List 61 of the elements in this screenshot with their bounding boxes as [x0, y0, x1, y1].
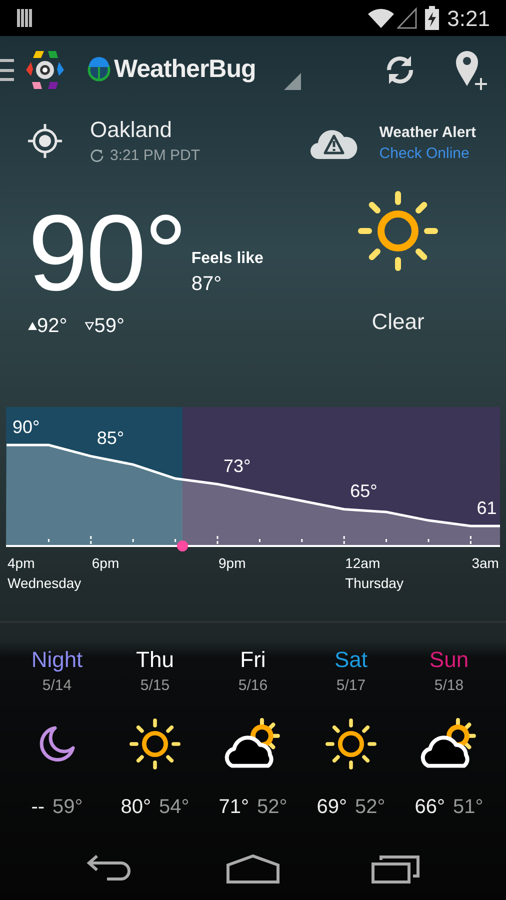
refresh-icon: [90, 149, 104, 164]
temperature-label: 73°: [224, 456, 251, 476]
current-location-icon[interactable]: [27, 123, 63, 159]
temperature-label: 90°: [12, 417, 40, 437]
forecast-date: 5/18: [434, 676, 464, 696]
feels-like-label: Feels like: [191, 249, 264, 269]
forecast-low: 52°: [355, 794, 386, 820]
hour-label: 12am: [345, 555, 380, 571]
current-temperature: 90°: [28, 197, 186, 309]
feels-like-temperature: 87°: [191, 272, 223, 297]
updated-time: 3:21 PM PDT: [110, 146, 200, 166]
forecast-date: 5/16: [238, 676, 268, 696]
brand-name: WeatherBug: [114, 54, 256, 86]
clock: 3:21: [447, 4, 490, 32]
down-triangle-icon: [85, 322, 94, 330]
recent-apps-button[interactable]: [370, 854, 421, 884]
forecast-day: Sun: [429, 647, 469, 673]
signal-icon: [397, 7, 418, 29]
low-temperature: 59°: [94, 314, 124, 339]
battery-icon: [425, 6, 440, 30]
notification-icon: [16, 8, 34, 28]
sun-icon: [127, 716, 183, 772]
temperature-label: 61: [476, 498, 497, 518]
current-time-dot: [176, 540, 188, 552]
check-online-link[interactable]: Check Online: [379, 143, 476, 165]
hour-label: 3am: [472, 555, 499, 571]
day-label: Wednesday: [8, 575, 82, 591]
add-location-button[interactable]: [454, 48, 488, 92]
dropdown-corner-icon[interactable]: [284, 72, 301, 90]
home-button[interactable]: [226, 854, 280, 884]
forecast-date: 5/14: [42, 676, 72, 696]
high-temperature: 92°: [37, 314, 68, 339]
forecast-day: Fri: [240, 647, 266, 673]
forecast-day: Night: [31, 647, 83, 673]
hour-label: 6pm: [92, 555, 120, 571]
alert-title: Weather Alert: [379, 123, 476, 143]
wifi-icon: [367, 7, 396, 29]
forecast-high: 69°: [316, 794, 347, 820]
condition: Clear: [372, 308, 424, 336]
forecast-day: Thu: [136, 647, 174, 673]
forecast-high: 66°: [414, 794, 445, 820]
forecast-low: 52°: [257, 794, 288, 820]
forecast-date: 5/15: [140, 676, 170, 696]
temperature-label: 65°: [350, 481, 378, 502]
forecast-low: 51°: [453, 794, 484, 820]
forecast-high: --: [31, 794, 45, 820]
forecast-high: 71°: [218, 794, 249, 820]
temperature-label: 85°: [96, 428, 124, 448]
forecast-low: 59°: [52, 794, 83, 820]
forecast-day: Sat: [334, 647, 368, 673]
cloud-alert-icon[interactable]: [310, 127, 358, 161]
hour-label: 4pm: [8, 555, 35, 571]
city-name: Oakland: [90, 117, 173, 143]
up-triangle-icon: [28, 322, 37, 330]
hour-label: 9pm: [218, 555, 246, 571]
forecast-high: 80°: [120, 794, 151, 820]
forecast-low: 54°: [159, 794, 190, 820]
sun-icon: [323, 716, 379, 772]
moon-icon: [37, 724, 77, 764]
forecast-date: 5/17: [336, 676, 366, 696]
day-label: Thursday: [345, 575, 404, 591]
